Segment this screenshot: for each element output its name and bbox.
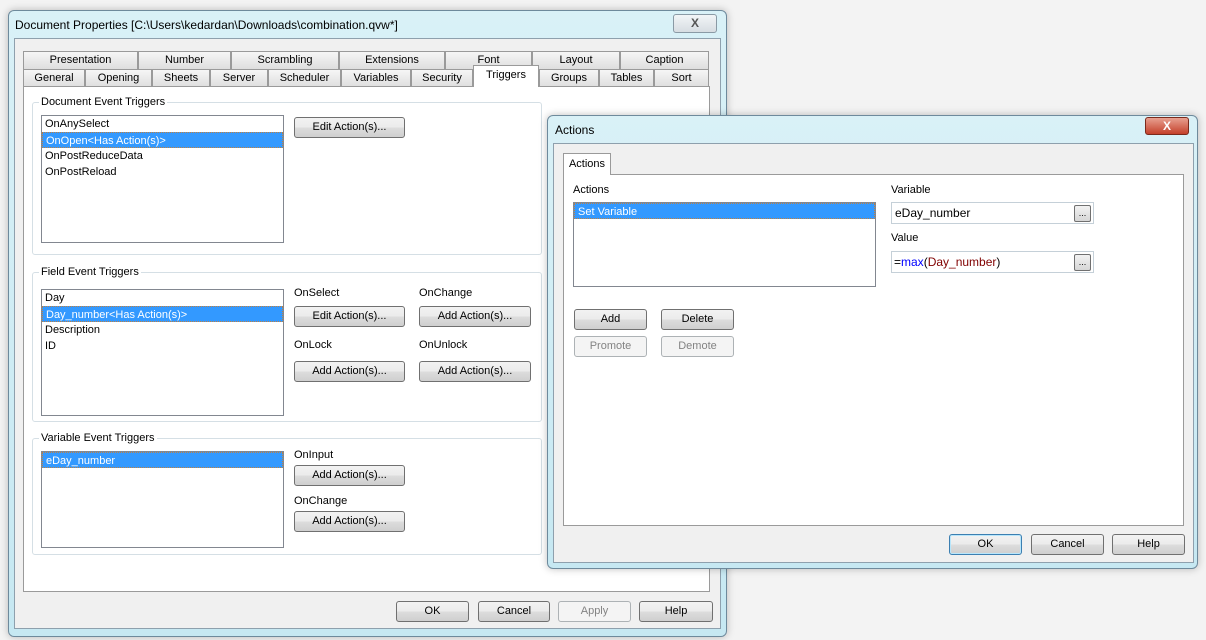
- variable-browse-button[interactable]: ...: [1074, 205, 1091, 222]
- list-item[interactable]: OnOpen<Has Action(s)>: [42, 132, 283, 148]
- doc-edit-actions-button[interactable]: Edit Action(s)...: [294, 117, 405, 138]
- group-label: Document Event Triggers: [39, 96, 168, 108]
- variable-label: Variable: [891, 184, 931, 196]
- ok-button[interactable]: OK: [396, 601, 469, 622]
- variable-input[interactable]: eDay_number ...: [891, 202, 1094, 224]
- tab-triggers[interactable]: Triggers: [473, 65, 539, 87]
- add-button[interactable]: Add: [574, 309, 647, 330]
- tab-security[interactable]: Security: [411, 69, 473, 87]
- actions-list[interactable]: Set Variable: [573, 202, 876, 287]
- list-item[interactable]: OnPostReduceData: [42, 148, 283, 164]
- list-item[interactable]: ID: [42, 338, 283, 354]
- list-item[interactable]: Description: [42, 322, 283, 338]
- value-field: Day_number: [927, 255, 997, 269]
- tab-scrambling[interactable]: Scrambling: [231, 51, 339, 69]
- value-eq: =: [894, 255, 902, 269]
- tab-number[interactable]: Number: [138, 51, 231, 69]
- list-item[interactable]: Day_number<Has Action(s)>: [42, 306, 283, 322]
- actions-label: Actions: [573, 184, 610, 196]
- promote-button[interactable]: Promote: [574, 336, 647, 357]
- dialog-body: Actions Actions Set Variable Variable eD…: [553, 143, 1194, 563]
- help-button[interactable]: Help: [639, 601, 713, 622]
- onchange-add-button[interactable]: Add Action(s)...: [419, 306, 531, 327]
- tab-extensions[interactable]: Extensions: [339, 51, 445, 69]
- close-button[interactable]: X: [1145, 117, 1189, 135]
- onselect-edit-button[interactable]: Edit Action(s)...: [294, 306, 405, 327]
- tab-scheduler[interactable]: Scheduler: [268, 69, 341, 87]
- variable-value: eDay_number: [895, 206, 971, 220]
- dialog-title: Actions: [555, 123, 595, 137]
- onunlock-label: OnUnlock: [419, 339, 468, 351]
- tab-general[interactable]: General: [23, 69, 85, 87]
- tab-opening[interactable]: Opening: [85, 69, 152, 87]
- var-onchange-add-button[interactable]: Add Action(s)...: [294, 511, 405, 532]
- window-title: Document Properties [C:\Users\kedardan\D…: [15, 18, 398, 32]
- list-item[interactable]: eDay_number: [42, 452, 283, 468]
- var-onchange-label: OnChange: [294, 495, 348, 507]
- group-label: Field Event Triggers: [39, 266, 141, 278]
- tab-presentation[interactable]: Presentation: [23, 51, 138, 69]
- apply-button[interactable]: Apply: [558, 601, 631, 622]
- list-item[interactable]: OnPostReload: [42, 164, 283, 180]
- value-paren: ): [996, 255, 1001, 269]
- tab-groups[interactable]: Groups: [539, 69, 599, 87]
- tab-caption[interactable]: Caption: [620, 51, 709, 69]
- value-input[interactable]: =max(Day_number) ...: [891, 251, 1094, 273]
- onselect-label: OnSelect: [294, 287, 340, 299]
- ok-button[interactable]: OK: [949, 534, 1022, 555]
- actions-dialog: Actions X Actions Actions Set Variable V…: [547, 115, 1198, 569]
- cancel-button[interactable]: Cancel: [1031, 534, 1104, 555]
- tab-sort[interactable]: Sort: [654, 69, 709, 87]
- list-item[interactable]: Set Variable: [574, 203, 875, 219]
- value-expression-button[interactable]: ...: [1074, 254, 1091, 271]
- onlock-label: OnLock: [294, 339, 332, 351]
- tab-actions[interactable]: Actions: [563, 153, 611, 175]
- onlock-add-button[interactable]: Add Action(s)...: [294, 361, 405, 382]
- tab-tables[interactable]: Tables: [599, 69, 654, 87]
- onchange-label: OnChange: [419, 287, 473, 299]
- onunlock-add-button[interactable]: Add Action(s)...: [419, 361, 531, 382]
- oninput-label: OnInput: [294, 449, 334, 461]
- value-label: Value: [891, 232, 919, 244]
- demote-button[interactable]: Demote: [661, 336, 734, 357]
- delete-button[interactable]: Delete: [661, 309, 734, 330]
- tab-sheets[interactable]: Sheets: [152, 69, 210, 87]
- document-events-list[interactable]: OnAnySelect OnOpen<Has Action(s)> OnPost…: [41, 115, 284, 243]
- variable-list[interactable]: eDay_number: [41, 451, 284, 548]
- oninput-add-button[interactable]: Add Action(s)...: [294, 465, 405, 486]
- help-button[interactable]: Help: [1112, 534, 1185, 555]
- group-label: Variable Event Triggers: [39, 432, 157, 444]
- tab-variables[interactable]: Variables: [341, 69, 411, 87]
- cancel-button[interactable]: Cancel: [478, 601, 550, 622]
- value-function: max: [901, 255, 924, 269]
- tab-layout[interactable]: Layout: [532, 51, 620, 69]
- field-list[interactable]: Day Day_number<Has Action(s)> Descriptio…: [41, 289, 284, 416]
- close-button[interactable]: X: [673, 14, 717, 33]
- tab-server[interactable]: Server: [210, 69, 268, 87]
- list-item[interactable]: OnAnySelect: [42, 116, 283, 132]
- list-item[interactable]: Day: [42, 290, 283, 306]
- actions-page: Actions Set Variable Variable eDay_numbe…: [563, 174, 1184, 526]
